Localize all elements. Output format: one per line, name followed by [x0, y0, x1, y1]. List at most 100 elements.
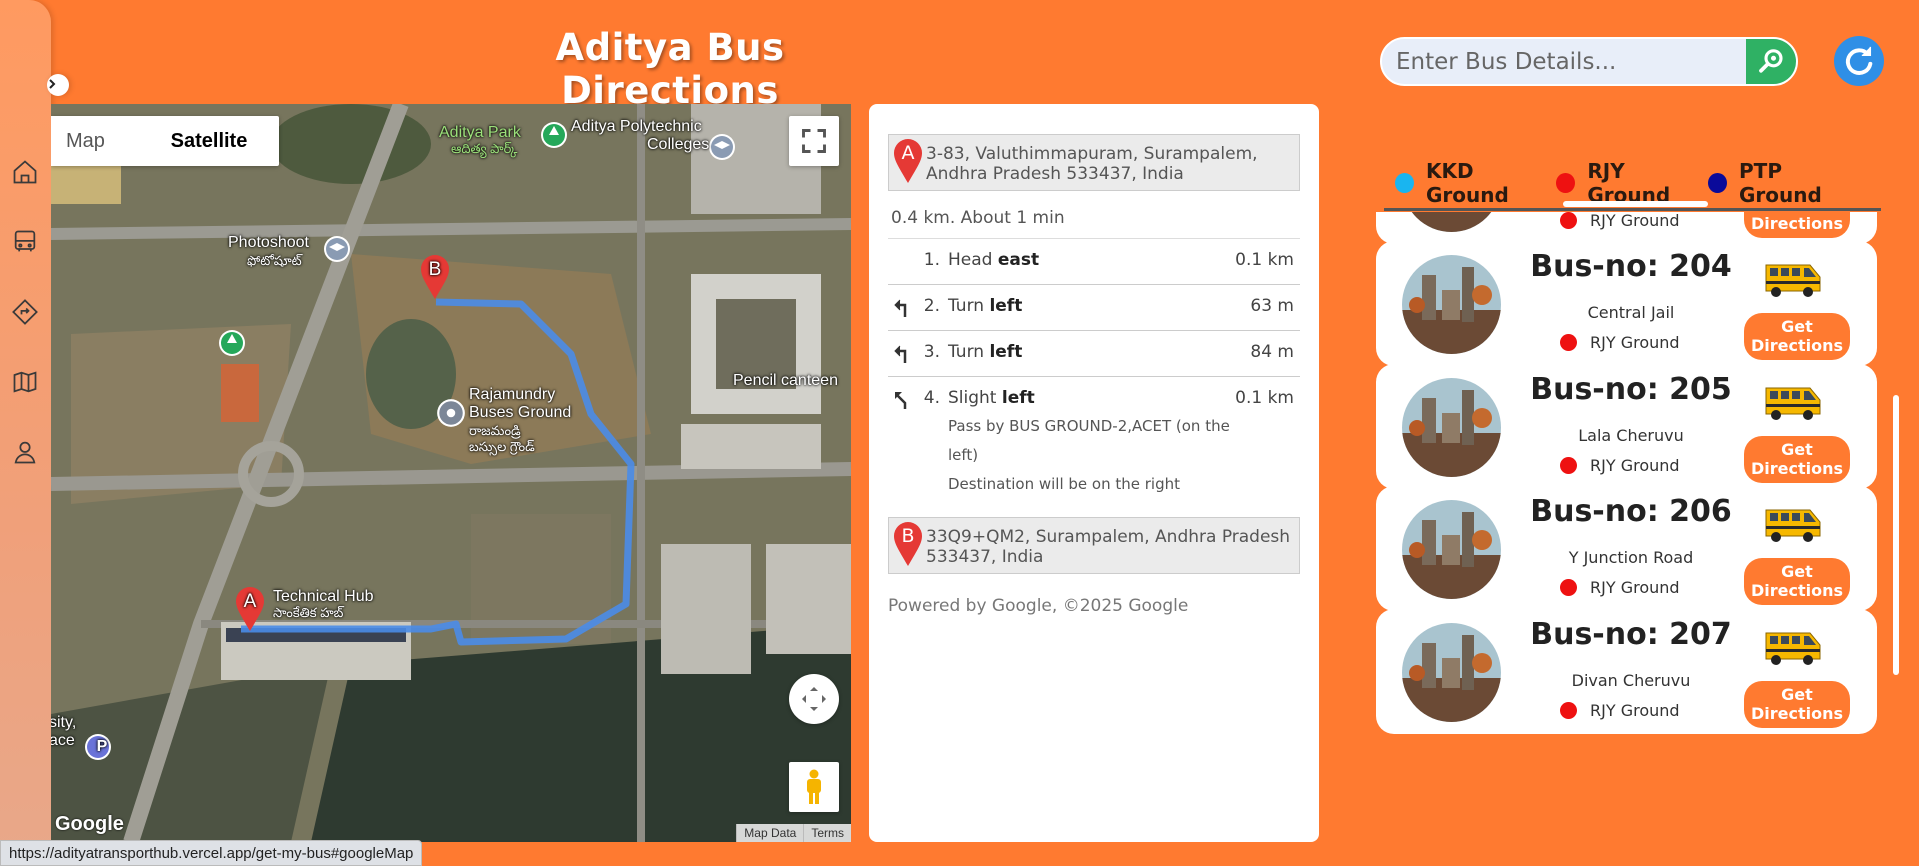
direction-step[interactable]: 2. Turn left 63 m	[888, 285, 1300, 331]
tab-ptp-ground[interactable]: PTP Ground	[1708, 159, 1865, 207]
park-pin-icon[interactable]	[539, 120, 569, 150]
tab-kkd-ground[interactable]: KKD Ground	[1395, 159, 1556, 207]
refresh-button[interactable]	[1834, 36, 1884, 86]
bus-route-avatar	[1402, 255, 1501, 354]
bus-icon[interactable]	[10, 227, 40, 257]
marker-b-letter: B	[901, 525, 915, 547]
bus-card: Bus-no: 206 Y Junction Road RJY Ground G…	[1376, 486, 1877, 611]
tab-label: RJY Ground	[1587, 159, 1671, 207]
bus-ground-name: RJY Ground	[1590, 578, 1680, 597]
get-directions-button[interactable]: Get Directions	[1744, 681, 1850, 728]
step-distance: 0.1 km	[1235, 388, 1294, 408]
direction-step[interactable]: 4. Slight left Pass by BUS GROUND-2,ACET…	[888, 377, 1300, 509]
bus-ground: RJY Ground	[1560, 212, 1680, 230]
search-button[interactable]	[1746, 39, 1796, 84]
bus-number: Bus-no: 207	[1530, 617, 1732, 652]
scrollbar[interactable]	[1893, 395, 1899, 675]
turn-left-icon	[888, 342, 916, 366]
tabs-divider	[1384, 208, 1881, 211]
map-footer: Map Data Terms	[736, 824, 851, 842]
park-pin-icon[interactable]	[217, 328, 247, 358]
pan-arrows-icon	[802, 687, 826, 711]
bus-ground-name: RJY Ground	[1590, 212, 1680, 230]
map-type-map-button[interactable]: Map	[51, 116, 139, 166]
rjy-dot	[1560, 579, 1577, 596]
rjy-dot	[1560, 702, 1577, 719]
rjy-dot	[1556, 173, 1576, 193]
pan-control-button[interactable]	[789, 674, 839, 724]
school-pin-icon[interactable]	[322, 234, 352, 264]
home-icon[interactable]	[10, 157, 40, 187]
google-map[interactable]: Map Satellite P B A Aditya Park ఆదిత్య ప…	[51, 104, 851, 842]
end-address[interactable]: B 33Q9+QM2, Surampalem, Andhra Pradesh 5…	[888, 517, 1300, 574]
step-action: Turn	[948, 296, 985, 316]
map-label-technical-hub: Technical Hub	[273, 588, 374, 605]
map-label-rjy-te-1: రాజమండ్రి	[469, 423, 521, 438]
step-instruction: Head east	[948, 250, 1230, 274]
route-marker-a[interactable]: A	[234, 586, 266, 632]
bus-ground-name: RJY Ground	[1590, 456, 1680, 475]
get-directions-button[interactable]: Get Directions	[1744, 436, 1850, 483]
map-type-satellite-button[interactable]: Satellite	[139, 116, 279, 166]
marker-b-letter: B	[428, 259, 442, 280]
status-bar-url: https://adityatransporthub.vercel.app/ge…	[0, 840, 423, 866]
map-label-polytechnic: Aditya Polytechnic	[571, 118, 702, 135]
search-input[interactable]	[1382, 39, 1742, 84]
school-pin-icon[interactable]	[707, 132, 737, 162]
place-pin-icon[interactable]	[435, 397, 467, 429]
bus-route-name: Divan Cheruvu	[1571, 671, 1691, 690]
bus-ground: RJY Ground	[1560, 456, 1680, 475]
pegman-icon	[807, 769, 821, 804]
active-tab-indicator	[1563, 201, 1708, 207]
directions-icon[interactable]	[10, 297, 40, 327]
tab-rjy-ground[interactable]: RJY Ground	[1556, 159, 1708, 207]
refresh-icon	[1845, 46, 1873, 75]
bus-route-avatar	[1402, 623, 1501, 722]
fullscreen-button[interactable]	[789, 116, 839, 166]
bus-card: Bus-no: 207 Divan Cheruvu RJY Ground Get…	[1376, 609, 1877, 734]
route-marker-b[interactable]: B	[419, 254, 451, 300]
step-distance: 84 m	[1250, 342, 1294, 362]
step-number: 3.	[923, 342, 940, 362]
sidebar-toggle-button[interactable]	[47, 74, 69, 96]
step-action: Head	[948, 250, 993, 270]
map-terms-link[interactable]: Terms	[803, 824, 851, 842]
satellite-imagery	[51, 104, 851, 842]
bus-ground-name: RJY Ground	[1590, 333, 1680, 352]
slight-left-icon	[888, 388, 916, 412]
tab-label: KKD Ground	[1425, 159, 1509, 207]
step-number: 4.	[923, 388, 940, 408]
step-note: Destination will be on the right	[948, 475, 1180, 493]
get-directions-button[interactable]: Get Directions	[1744, 212, 1850, 238]
direction-step[interactable]: 1. Head east 0.1 km	[888, 239, 1300, 285]
user-icon[interactable]	[10, 437, 40, 467]
chevron-right-icon	[49, 79, 56, 89]
bus-ground: RJY Ground	[1560, 701, 1680, 720]
rjy-dot	[1560, 457, 1577, 474]
step-instruction: Slight left Pass by BUS GROUND-2,ACET (o…	[948, 388, 1230, 499]
bus-list[interactable]: Divan Cheruvu RJY Ground Get Directions	[1376, 212, 1877, 866]
step-direction: left	[989, 296, 1023, 316]
map-label-buses-ground: Buses Ground	[469, 404, 572, 421]
marker-a-letter: A	[243, 591, 257, 612]
step-note: Pass by BUS GROUND-2,ACET (on the left)	[948, 417, 1230, 464]
map-label-sity: sity,	[51, 714, 77, 731]
street-view-button[interactable]	[789, 762, 839, 812]
step-number: 2.	[923, 296, 940, 316]
map-label-technical-hub-te: సాంకేతిక హబ్	[273, 605, 344, 620]
step-action: Turn	[948, 342, 985, 362]
map-icon[interactable]	[10, 367, 40, 397]
bus-icon	[1762, 625, 1824, 671]
end-address-text: 33Q9+QM2, Surampalem, Andhra Pradesh 533…	[926, 527, 1291, 567]
bus-icon	[1762, 257, 1824, 303]
bus-card: Bus-no: 204 Central Jail RJY Ground Get …	[1376, 241, 1877, 366]
map-label-rajamundry: Rajamundry	[469, 386, 556, 403]
get-directions-button[interactable]: Get Directions	[1744, 558, 1850, 605]
step-instruction: Turn left	[948, 342, 1230, 366]
step-direction: left	[989, 342, 1023, 362]
start-address[interactable]: A 3-83, Valuthimmapuram, Surampalem, And…	[888, 134, 1300, 191]
get-directions-button[interactable]: Get Directions	[1744, 313, 1850, 360]
direction-step[interactable]: 3. Turn left 84 m	[888, 331, 1300, 377]
map-data-link[interactable]: Map Data	[736, 824, 803, 842]
marker-a-letter: A	[901, 142, 915, 164]
